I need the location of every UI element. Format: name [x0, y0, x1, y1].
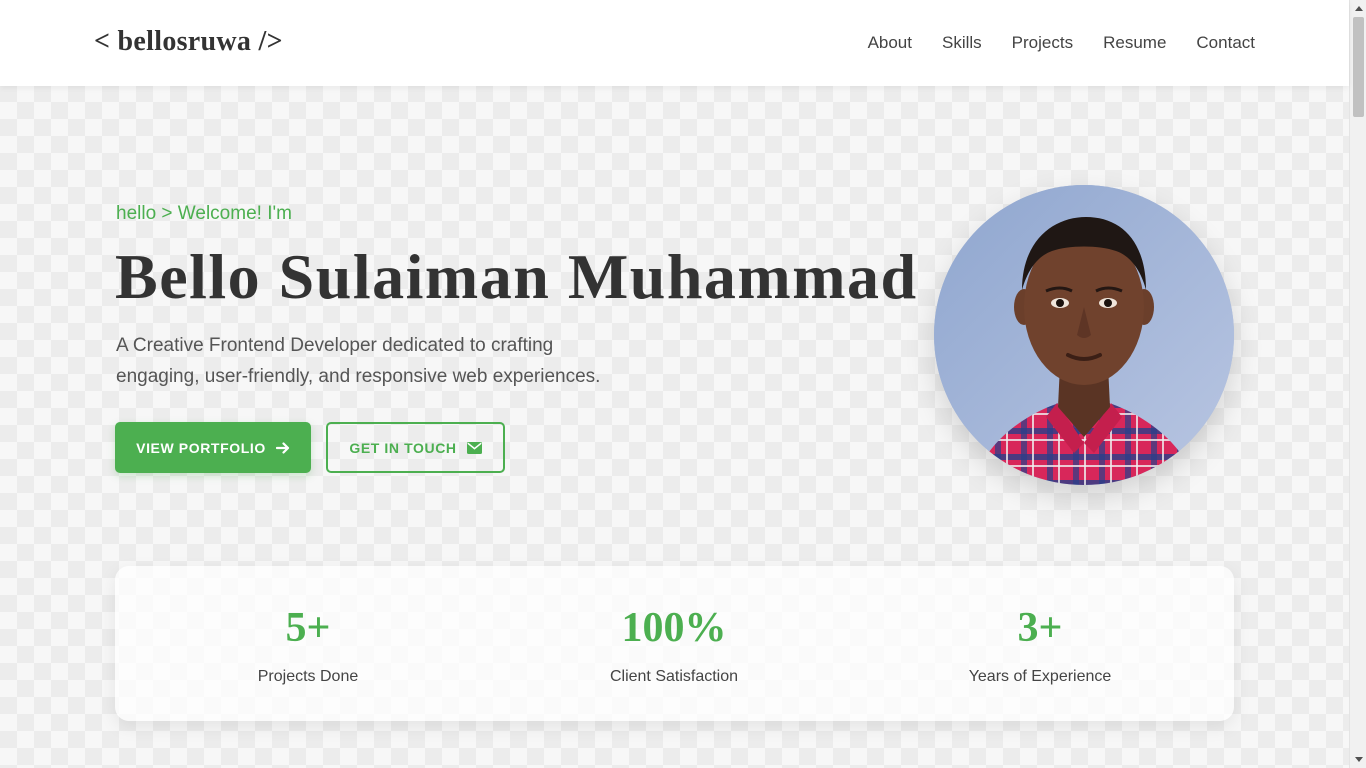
nav-link-projects[interactable]: Projects	[1012, 33, 1073, 53]
stat-label: Client Satisfaction	[609, 668, 739, 685]
vertical-scrollbar[interactable]	[1349, 0, 1366, 768]
nav-link-resume[interactable]: Resume	[1103, 33, 1166, 53]
hero-greeting: hello > Welcome! I'm	[116, 203, 292, 224]
hero-name: Bello Sulaiman Muhammad	[115, 241, 918, 312]
site-logo[interactable]: < bellosruwa />	[94, 26, 283, 58]
get-in-touch-label: GET IN TOUCH	[349, 439, 457, 456]
arrow-right-icon	[275, 441, 290, 455]
site-header: < bellosruwa /> About Skills Projects Re…	[0, 0, 1349, 86]
scroll-up-arrow-icon[interactable]	[1350, 0, 1366, 17]
nav-link-about[interactable]: About	[868, 33, 912, 53]
stat-value: 3+	[1017, 605, 1063, 651]
stat-label: Years of Experience	[968, 668, 1112, 685]
nav-link-contact[interactable]: Contact	[1196, 33, 1255, 53]
envelope-icon	[466, 441, 482, 454]
view-portfolio-label: VIEW PORTFOLIO	[136, 439, 266, 456]
view-portfolio-button[interactable]: VIEW PORTFOLIO	[115, 422, 311, 473]
get-in-touch-button[interactable]: GET IN TOUCH	[326, 422, 505, 473]
profile-photo	[934, 185, 1234, 485]
stat-value: 5+	[285, 605, 331, 651]
stats-panel: 5+ Projects Done 100% Client Satisfactio…	[115, 566, 1234, 721]
nav-link-skills[interactable]: Skills	[942, 33, 982, 53]
page: < bellosruwa /> About Skills Projects Re…	[0, 0, 1349, 768]
scrollbar-thumb[interactable]	[1353, 17, 1364, 117]
hero-tagline: A Creative Frontend Developer dedicated …	[116, 335, 601, 387]
stat-label: Projects Done	[257, 668, 359, 685]
main-nav: About Skills Projects Resume Contact	[868, 33, 1255, 53]
stat-value: 100%	[621, 605, 727, 651]
scroll-down-arrow-icon[interactable]	[1350, 751, 1366, 768]
